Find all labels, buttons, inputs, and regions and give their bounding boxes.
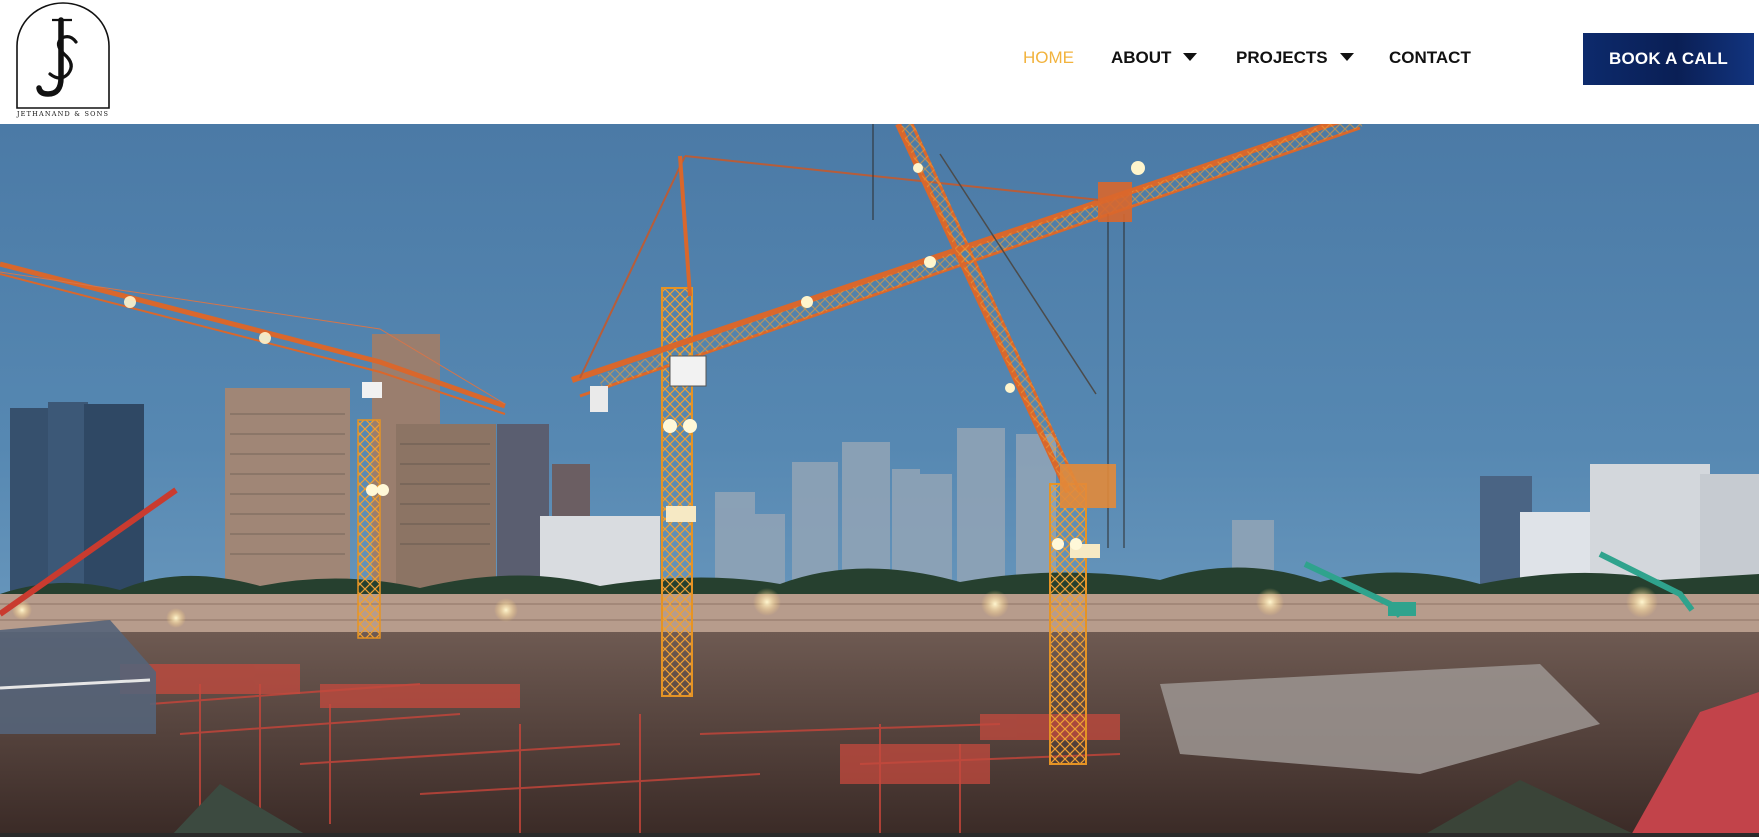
chevron-down-icon	[1339, 53, 1354, 61]
nav-item-projects[interactable]: PROJECTS	[1236, 44, 1354, 72]
nav-label-contact: CONTACT	[1389, 48, 1471, 67]
nav-item-about[interactable]: ABOUT	[1111, 44, 1198, 72]
logo-caption: JETHANAND & SONS	[16, 110, 110, 118]
logo-monogram-icon	[16, 2, 110, 109]
hero-banner	[0, 124, 1759, 837]
brand-logo[interactable]: JETHANAND & SONS	[14, 2, 112, 118]
book-a-call-button[interactable]: BOOK A CALL	[1583, 33, 1754, 85]
nav-label-projects: PROJECTS	[1236, 48, 1328, 67]
perimeter-fence	[0, 594, 1759, 636]
site-header: JETHANAND & SONS HOME ABOUT PROJECTS CON…	[0, 0, 1759, 124]
chevron-down-icon	[1183, 53, 1198, 61]
nav-label-about: ABOUT	[1111, 48, 1172, 67]
nav-item-home[interactable]: HOME	[1023, 44, 1074, 72]
nav-label-home: HOME	[1023, 48, 1074, 67]
nav-item-contact[interactable]: CONTACT	[1389, 44, 1471, 72]
construction-site-illustration	[0, 124, 1759, 837]
